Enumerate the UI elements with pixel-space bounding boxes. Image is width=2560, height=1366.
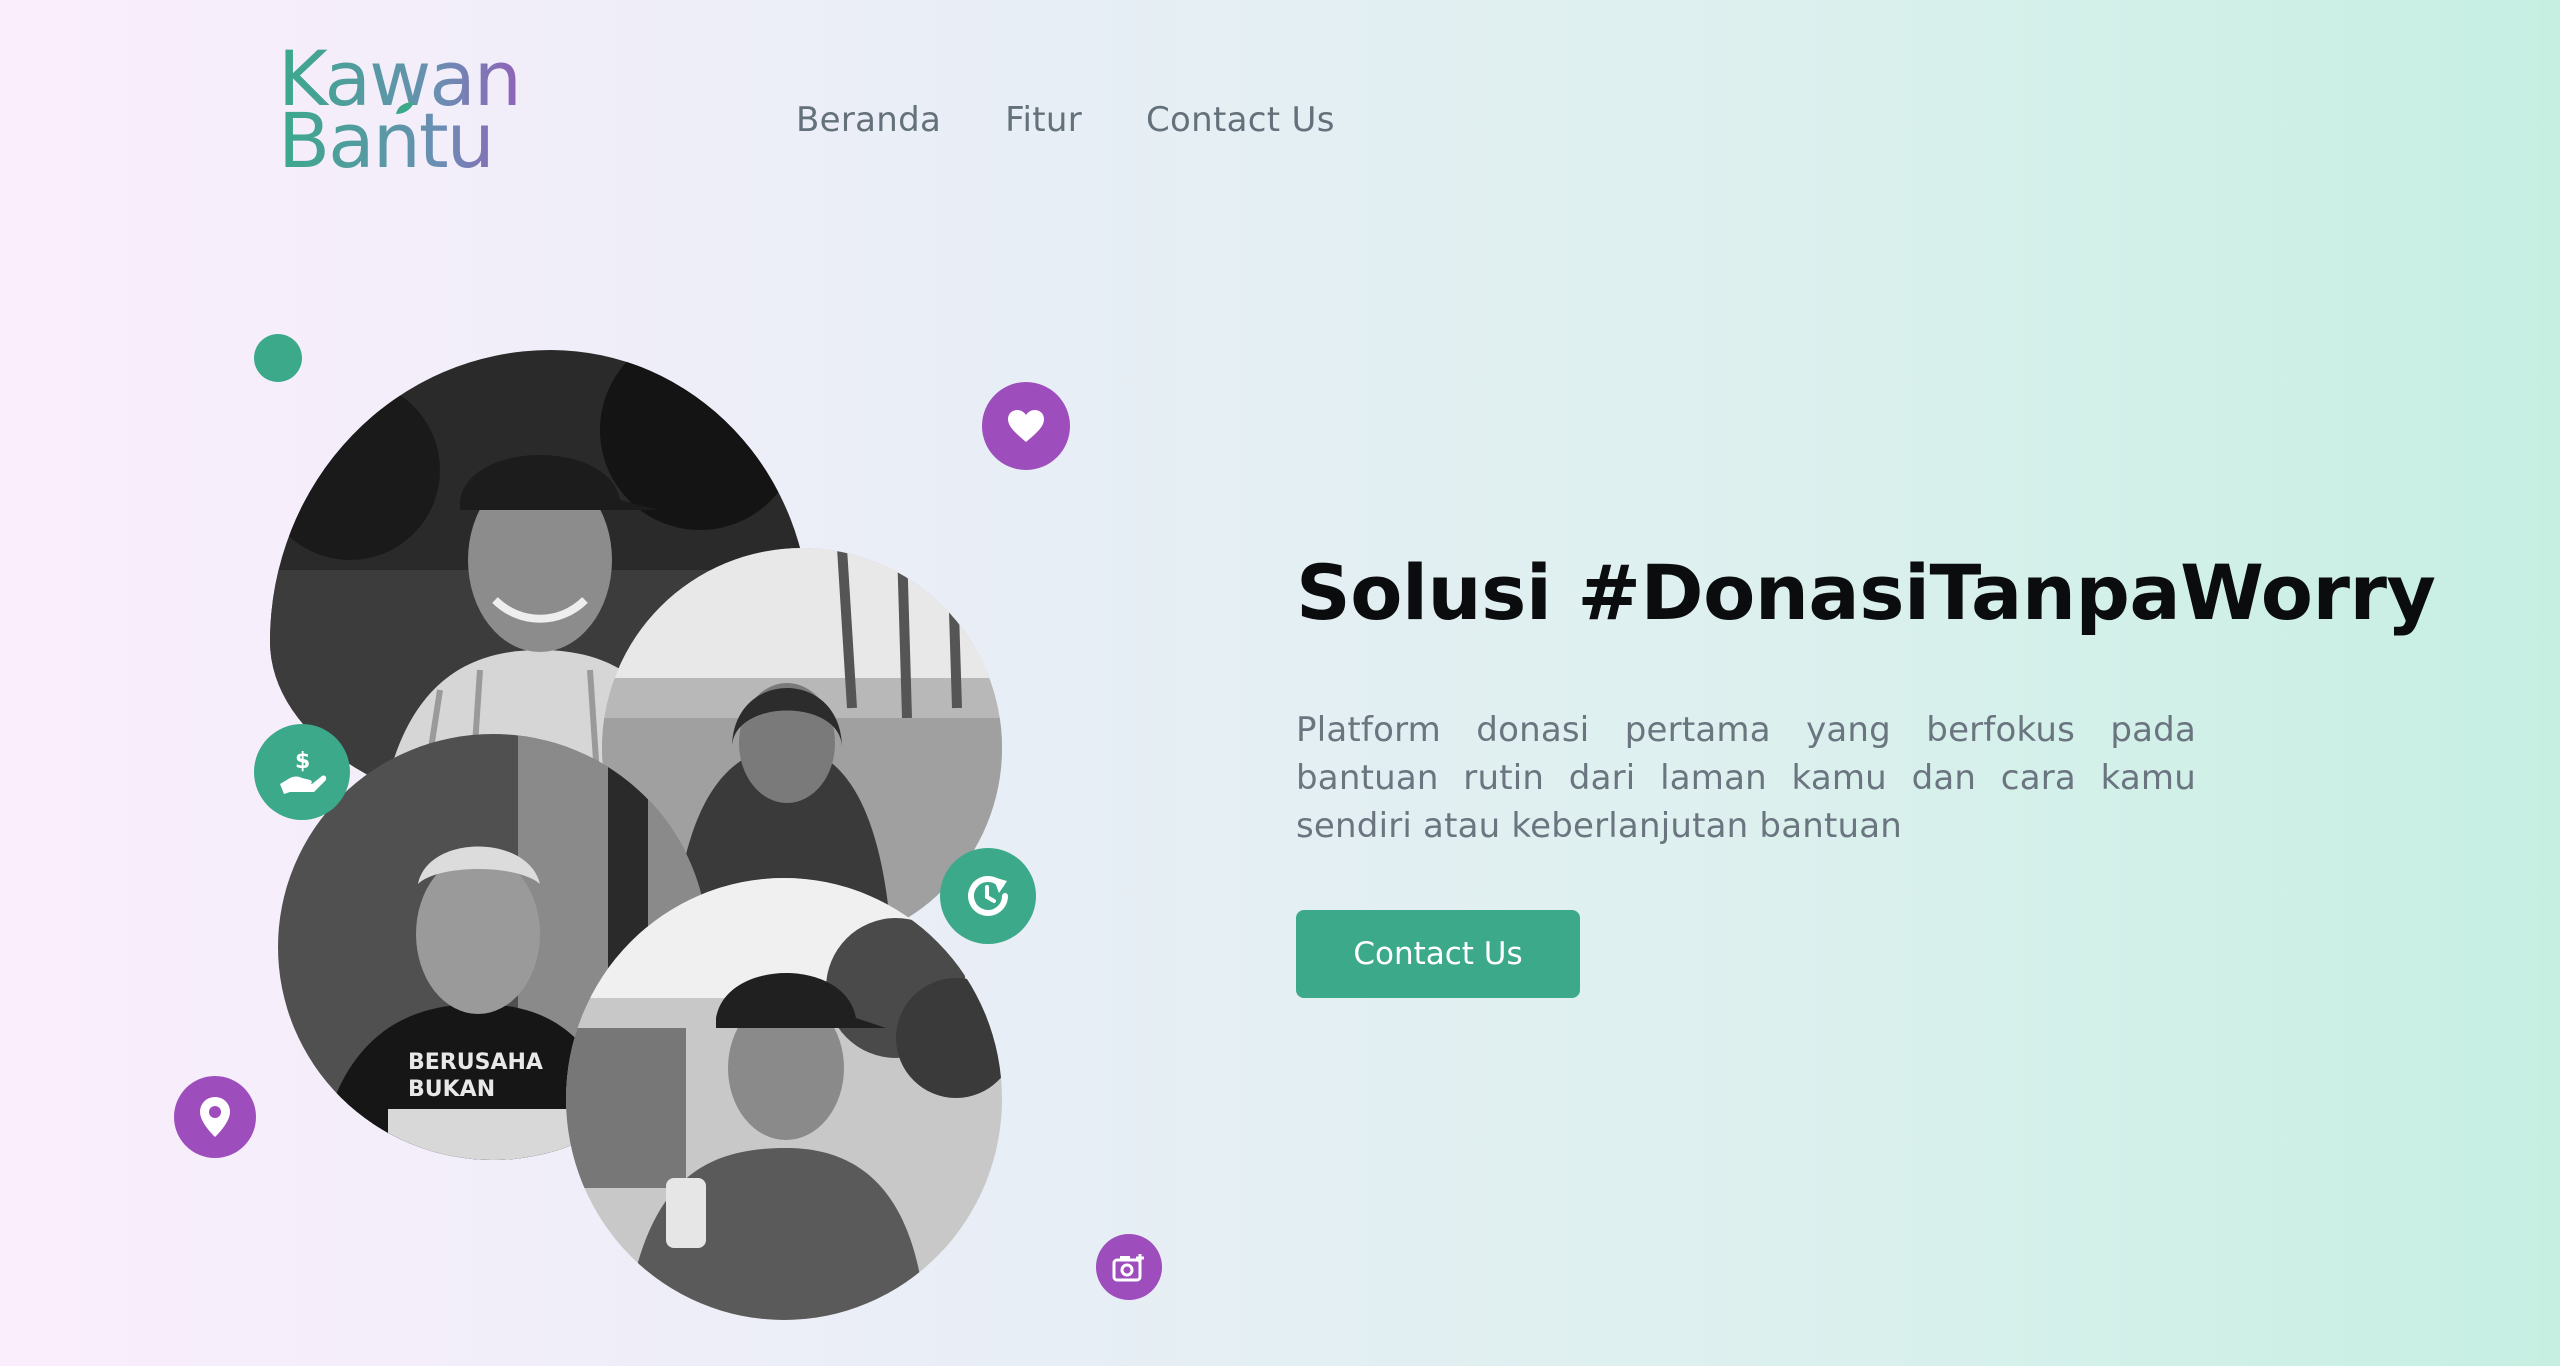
money-hand-icon: $: [280, 749, 327, 794]
brand-logo[interactable]: Kawan Bantu: [278, 41, 568, 183]
shirt-text-line1: BERUSAHA: [408, 1050, 543, 1075]
rotate-bubble: [940, 848, 1036, 944]
leaf-icon: [396, 102, 414, 114]
nav-item-contact-us[interactable]: Contact Us: [1146, 100, 1335, 140]
camera-bubble: [1096, 1234, 1162, 1300]
collage-photo-old-man-eating: [566, 878, 1002, 1320]
nav-item-beranda[interactable]: Beranda: [796, 100, 941, 140]
brand-logo-line2: Bantu: [278, 103, 568, 179]
svg-text:$: $: [295, 749, 310, 774]
shirt-text-line2: BUKAN: [408, 1077, 495, 1102]
decorative-dot: [254, 334, 302, 382]
money-bubble: $: [254, 724, 350, 820]
location-pin-icon: [200, 1097, 230, 1137]
hero-title: Solusi #DonasiTanpaWorry: [1296, 548, 2436, 637]
hero-description: Platform donasi pertama yang berfokus pa…: [1296, 710, 2196, 846]
contact-us-button[interactable]: Contact Us: [1296, 910, 1580, 998]
heart-bubble: [982, 382, 1070, 470]
nav-item-fitur[interactable]: Fitur: [1005, 100, 1082, 140]
camera-icon: [1112, 1254, 1144, 1282]
rotate-icon: [968, 876, 1008, 916]
heart-icon: [1008, 410, 1044, 442]
location-bubble: [174, 1076, 256, 1158]
main-nav: Beranda Fitur Contact Us: [796, 100, 1335, 140]
